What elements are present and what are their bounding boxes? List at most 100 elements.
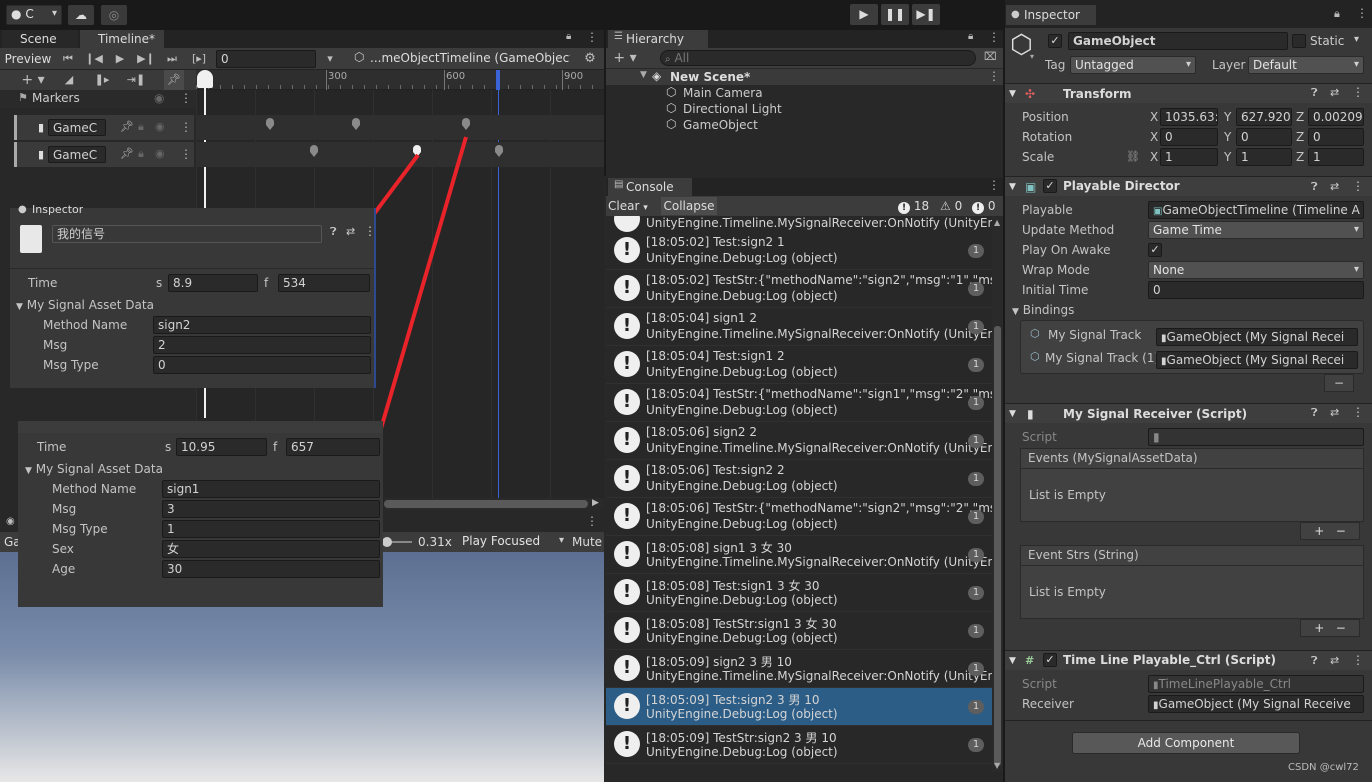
component-menu-icon[interactable]: ⋮ xyxy=(1352,85,1364,99)
console-log-entry[interactable]: ! [18:05:04] TestStr:{"methodName":"sign1… xyxy=(606,384,992,422)
component-menu-icon[interactable]: ⋮ xyxy=(1352,653,1364,667)
more-menu-icon[interactable]: ⋮ xyxy=(364,224,376,238)
preset-icon[interactable]: ⇄ xyxy=(1330,180,1339,193)
object-name-field[interactable]: GameObject xyxy=(1068,32,1288,50)
msg-type-field[interactable]: 0 xyxy=(153,356,371,374)
add-event-button[interactable]: + − xyxy=(1300,522,1360,540)
console-log-entry[interactable]: ! [18:05:09] sign2 3 男 10 UnityEngine.Time… xyxy=(606,650,992,688)
console-log-entry[interactable]: ! [18:05:08] TestStr:sign1 3 女 30 UnityEng… xyxy=(606,612,992,650)
console-log-entry[interactable]: ! [18:05:06] sign2 2 UnityEngine.Timeline.… xyxy=(606,422,992,460)
help-icon[interactable]: ❓︎ xyxy=(1311,180,1318,194)
frames-field[interactable]: 657 xyxy=(286,438,380,456)
preset-icon[interactable]: ⇄ xyxy=(1330,86,1339,99)
warning-filter[interactable]: ⚠ 0 xyxy=(940,199,962,213)
component-menu-icon[interactable]: ⋮ xyxy=(1352,179,1364,193)
help-icon[interactable]: ❓︎ xyxy=(1311,654,1318,668)
method-name-field[interactable]: sign1 xyxy=(162,480,380,498)
preset-icon[interactable]: ⇄ xyxy=(1330,654,1339,667)
scrollbar-thumb[interactable] xyxy=(994,326,1001,766)
layer-dropdown[interactable]: Default xyxy=(1248,56,1364,74)
msg-type-field[interactable]: 1 xyxy=(162,520,380,538)
console-scrollbar[interactable]: ▲ ▼ xyxy=(992,216,1003,772)
scale-z-field[interactable]: 1 xyxy=(1308,148,1364,166)
sex-field[interactable]: 女 xyxy=(162,540,380,558)
section-foldout[interactable]: ▼ My Signal Asset Data xyxy=(25,462,163,476)
static-checkbox[interactable] xyxy=(1292,34,1306,48)
hierarchy-search-input[interactable]: ⌕ All xyxy=(660,50,976,66)
tab-hierarchy[interactable]: Hierarchy xyxy=(608,30,708,48)
error-filter[interactable]: ! 0 xyxy=(972,199,995,214)
console-log-entry[interactable]: ! [18:05:08] sign1 3 女 30 UnityEngine.Time… xyxy=(606,536,992,574)
bindings-foldout[interactable]: ▼ Bindings xyxy=(1012,303,1074,317)
timeline-scrollbar[interactable] xyxy=(384,500,588,508)
help-icon[interactable]: ❓︎ xyxy=(1311,86,1318,100)
more-menu-icon[interactable]: ⋮ xyxy=(988,30,1000,44)
scroll-up-icon[interactable]: ▲ xyxy=(994,218,1000,227)
scene-row[interactable] xyxy=(606,69,1003,85)
tag-dropdown[interactable]: Untagged xyxy=(1070,56,1196,74)
constrain-proportions-icon[interactable]: ⛓︎ xyxy=(1126,150,1140,163)
preset-icon[interactable]: ⇄ xyxy=(1330,406,1339,419)
icon-dropdown-icon[interactable]: ▾ xyxy=(1030,52,1034,61)
play-on-awake-checkbox[interactable]: ✓ xyxy=(1148,243,1162,257)
help-icon[interactable]: ❓︎ xyxy=(330,225,337,239)
seconds-field[interactable]: 10.95 xyxy=(176,438,267,456)
lock-icon[interactable]: 🔒︎ xyxy=(1334,7,1340,21)
signal-name-field[interactable]: 我的信号 xyxy=(52,225,322,243)
add-component-button[interactable]: Add Component xyxy=(1072,732,1300,754)
scale-x-field[interactable]: 1 xyxy=(1160,148,1218,166)
rotation-y-field[interactable]: 0 xyxy=(1236,128,1292,146)
seconds-field[interactable]: 8.9 xyxy=(168,274,258,292)
clear-button[interactable]: Clear ▾ xyxy=(608,199,648,213)
director-enabled-checkbox[interactable]: ✓ xyxy=(1043,179,1057,193)
frames-field[interactable]: 534 xyxy=(278,274,370,292)
scroll-right-icon[interactable]: ▶ xyxy=(592,498,599,508)
remove-binding-button[interactable]: − xyxy=(1324,374,1354,392)
game-view-menu-icon[interactable]: ⋮ xyxy=(586,514,598,528)
active-checkbox[interactable]: ✓ xyxy=(1048,34,1062,48)
more-menu-icon[interactable]: ⋮ xyxy=(988,178,1000,192)
msg-field[interactable]: 3 xyxy=(162,500,380,518)
rotation-x-field[interactable]: 0 xyxy=(1160,128,1218,146)
age-field[interactable]: 30 xyxy=(162,560,380,578)
ctrl-enabled-checkbox[interactable]: ✓ xyxy=(1043,653,1057,667)
play-button[interactable]: ▶ xyxy=(850,4,878,25)
binding-object-field[interactable]: ▮GameObject (My Signal Recei xyxy=(1156,351,1358,369)
pause-button[interactable]: ❚❚ xyxy=(881,4,909,25)
log-filter[interactable]: ! 18 xyxy=(898,199,929,214)
console-log-entry[interactable]: ! [18:05:06] Test:sign2 2 UnityEngine.Debu… xyxy=(606,460,992,498)
preset-icon[interactable]: ⇄ xyxy=(346,225,355,238)
position-y-field[interactable]: 627.9209 xyxy=(1236,108,1292,126)
lock-icon[interactable]: 🔒︎ xyxy=(968,31,973,42)
component-menu-icon[interactable]: ⋮ xyxy=(1352,405,1364,419)
console-log-entry[interactable]: ! [18:05:04] Test:sign1 2 UnityEngine.Debu… xyxy=(606,346,992,384)
msg-field[interactable]: 2 xyxy=(153,336,371,354)
position-z-field[interactable]: 0.00209 xyxy=(1308,108,1364,126)
scale-y-field[interactable]: 1 xyxy=(1236,148,1292,166)
console-log-entry[interactable]: ! [18:05:09] TestStr:sign2 3 男 10 UnityEng… xyxy=(606,726,992,764)
hierarchy-item[interactable]: GameObject xyxy=(683,118,758,132)
scene-visibility-icon[interactable]: ⌧ xyxy=(984,50,997,63)
help-icon[interactable]: ❓︎ xyxy=(1311,406,1318,420)
scene-menu-icon[interactable]: ⋮ xyxy=(988,69,1000,83)
console-log-entry[interactable]: ! [18:05:08] Test:sign1 3 女 30 UnityEngine… xyxy=(606,574,992,612)
console-log-entry[interactable]: ! [18:05:02] Test:sign2 1 UnityEngine.Debu… xyxy=(606,232,992,270)
console-log-entry[interactable]: ! [18:05:06] TestStr:{"methodName":"sign2… xyxy=(606,498,992,536)
receiver-field[interactable]: ▮GameObject (My Signal Receive xyxy=(1148,695,1364,713)
play-focused-dropdown[interactable]: Play Focused xyxy=(458,533,568,551)
hierarchy-item[interactable]: Main Camera xyxy=(683,86,763,100)
console-partial-entry[interactable]: UnityEngine.Timeline.MySignalReceiver:On… xyxy=(646,216,992,230)
rotation-z-field[interactable]: 0 xyxy=(1308,128,1364,146)
method-name-field[interactable]: sign2 xyxy=(153,316,371,334)
add-str-button[interactable]: + − xyxy=(1300,619,1360,637)
scale-slider-thumb[interactable] xyxy=(382,537,392,547)
more-menu-icon[interactable]: ⋮ xyxy=(1356,6,1368,20)
update-method-dropdown[interactable]: Game Time xyxy=(1148,221,1364,239)
wrap-mode-dropdown[interactable]: None xyxy=(1148,261,1364,279)
position-x-field[interactable]: 1035.63: xyxy=(1160,108,1218,126)
playable-field[interactable]: ▣GameObjectTimeline (Timeline A xyxy=(1148,201,1364,219)
static-dropdown-icon[interactable]: ▾ xyxy=(1354,34,1359,45)
console-log-entry[interactable]: ! [18:05:09] Test:sign2 3 男 10 UnityEngine… xyxy=(606,688,992,726)
section-foldout[interactable]: ▼ My Signal Asset Data xyxy=(16,298,154,312)
collapse-toggle[interactable]: Collapse xyxy=(661,197,717,215)
